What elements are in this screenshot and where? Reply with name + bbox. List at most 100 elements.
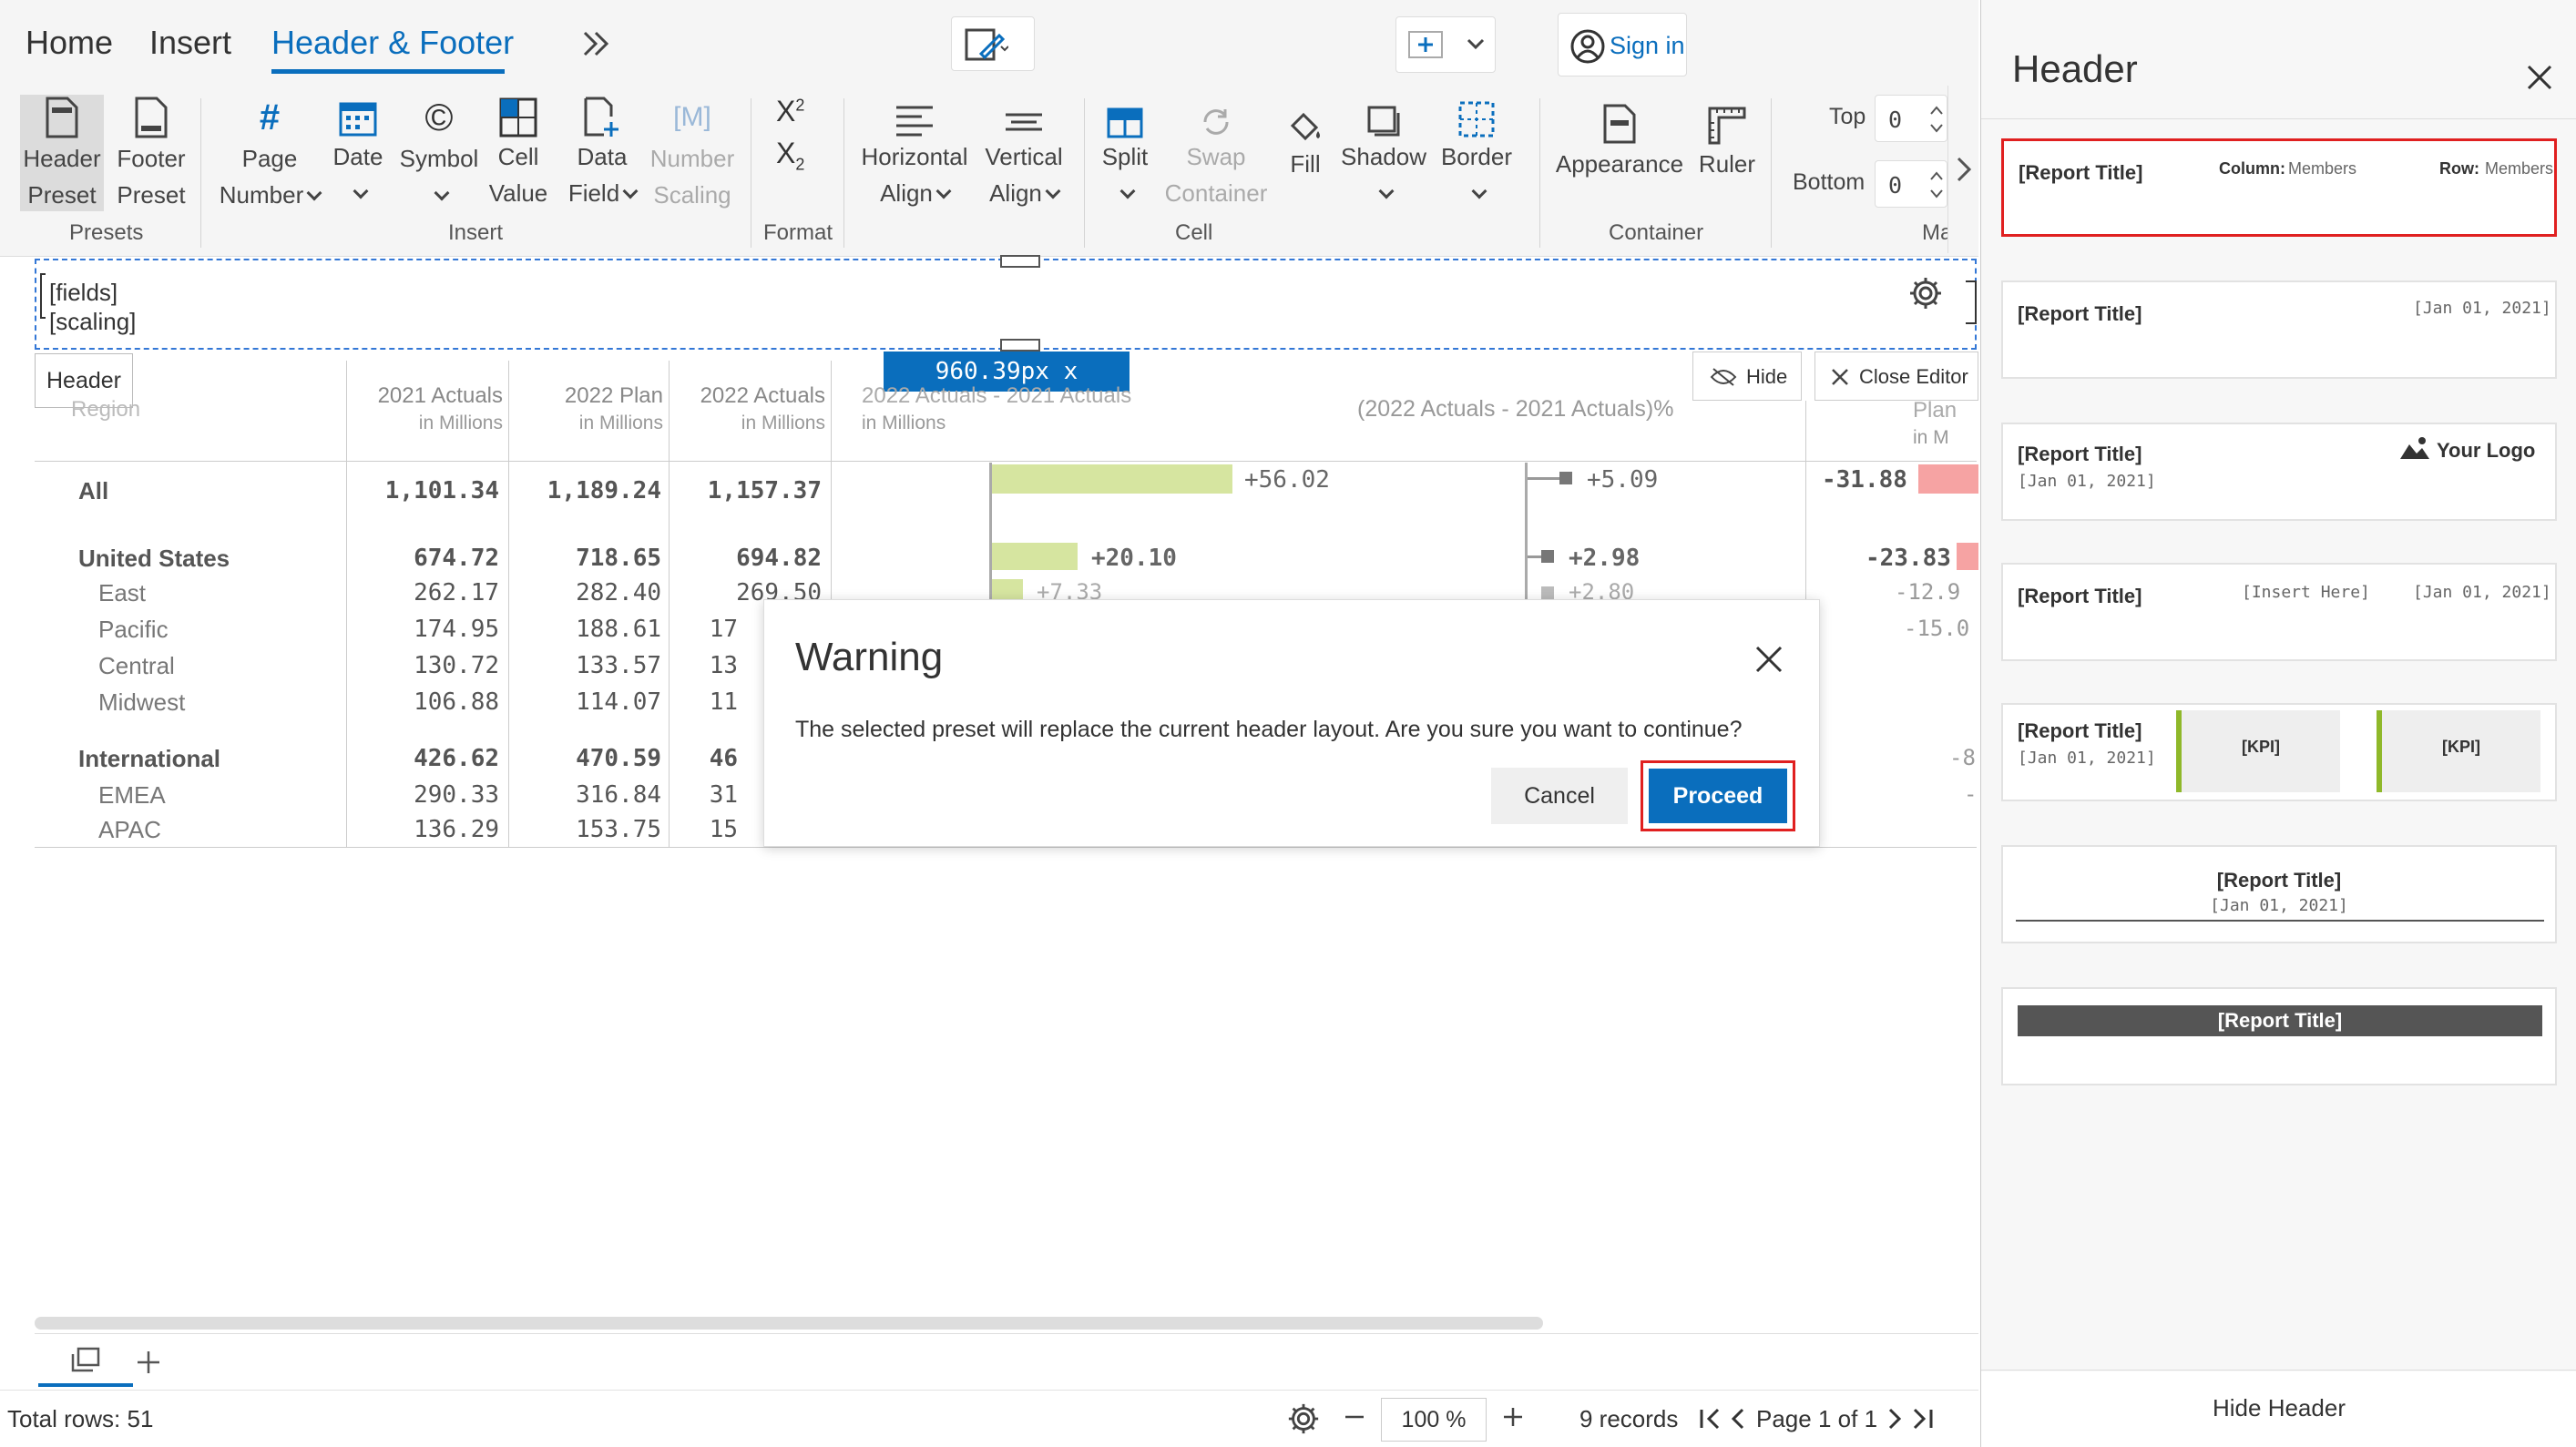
vertical-align-button[interactable]: Vertical Align <box>976 95 1071 211</box>
column-header-diff[interactable]: 2022 Actuals - 2021 Actuals in Millions <box>862 382 1171 437</box>
bottom-margin-input[interactable]: 0 <box>1875 160 1947 208</box>
preset-card-7[interactable]: [Report Title] <box>2001 987 2557 1085</box>
divider <box>1539 98 1540 248</box>
ruler-icon <box>1707 95 1747 146</box>
swap-container-label-2: Container <box>1164 179 1268 207</box>
variance-pct-marker <box>1541 586 1554 599</box>
preset-title: [Report Title] <box>2018 719 2142 742</box>
hide-header-button[interactable]: Hide Header <box>1981 1371 2576 1447</box>
stepper-icon[interactable] <box>1928 103 1945 136</box>
prev-page-icon[interactable] <box>1729 1407 1747 1431</box>
more-tabs-icon[interactable] <box>578 25 614 62</box>
preset-card-6[interactable]: [Report Title] [Jan 01, 2021] <box>2001 845 2557 943</box>
ruler-label: Ruler <box>1698 150 1756 178</box>
group-label-cell: Cell <box>1175 220 1213 245</box>
cell-2022-plan: 718.65 <box>576 545 661 572</box>
footer-preset-label-2: Preset <box>117 181 186 209</box>
chevron-down-icon <box>1378 183 1395 199</box>
row-label: International <box>78 745 221 772</box>
resize-handle-left[interactable] <box>40 273 46 319</box>
last-page-icon[interactable] <box>1909 1407 1935 1431</box>
column-header-2022-actuals[interactable]: 2022 Actuals in Millions <box>670 382 825 437</box>
preset-underline <box>2016 920 2544 922</box>
superscript-button[interactable]: X2 <box>776 95 804 128</box>
close-icon[interactable] <box>1753 644 1784 675</box>
header-preset-button[interactable]: Header Preset <box>20 95 104 211</box>
resize-handle-top[interactable] <box>1000 255 1040 268</box>
group-label-insert: Insert <box>448 220 504 245</box>
scaling-placeholder[interactable]: [scaling] <box>49 308 136 336</box>
sign-in-button[interactable]: Sign in <box>1558 13 1687 76</box>
kpi-placeholder: [KPI] <box>2377 710 2540 792</box>
footer-preset-button[interactable]: Footer Preset <box>109 95 193 211</box>
zoom-out-icon[interactable] <box>1343 1405 1366 1429</box>
tab-insert[interactable]: Insert <box>149 24 231 62</box>
header-editor[interactable]: [fields] [scaling] <box>35 255 1977 352</box>
preset-card-1[interactable]: [Report Title] Column: Members Row: Memb… <box>2001 138 2557 237</box>
subscript-button[interactable]: X2 <box>776 137 804 174</box>
preset-card-3[interactable]: [Report Title] [Jan 01, 2021] Your Logo <box>2001 423 2557 521</box>
tab-home[interactable]: Home <box>26 24 113 62</box>
symbol-button[interactable]: © Symbol <box>395 95 483 211</box>
hash-icon: # <box>259 97 281 138</box>
column-header-2022-plan[interactable]: 2022 Plan in Millions <box>510 382 663 437</box>
cell-2021-actuals: 130.72 <box>414 652 499 679</box>
add-sheet-icon[interactable] <box>135 1349 162 1376</box>
paint-bucket-icon <box>1287 95 1324 146</box>
date-button[interactable]: Date <box>328 95 388 211</box>
header-preset-label-2: Preset <box>27 181 97 209</box>
ruler-button[interactable]: Ruler <box>1691 95 1763 211</box>
stepper-icon[interactable] <box>1928 168 1945 201</box>
edit-mode-dropdown[interactable] <box>951 16 1035 71</box>
next-page-icon[interactable] <box>1886 1407 1904 1431</box>
ribbon-scroll-right[interactable] <box>1947 86 1978 253</box>
tab-header-footer[interactable]: Header & Footer <box>271 24 514 62</box>
border-button[interactable]: Border <box>1436 95 1518 211</box>
shadow-button[interactable]: Shadow <box>1337 95 1430 211</box>
column-header-2021-actuals[interactable]: 2021 Actuals in Millions <box>348 382 503 437</box>
number-scaling-button[interactable]: [M] Number Scaling <box>647 95 738 211</box>
comment-dropdown[interactable] <box>1395 16 1496 73</box>
preset-card-4[interactable]: [Report Title] [Insert Here] [Jan 01, 20… <box>2001 563 2557 661</box>
resize-handle-right[interactable] <box>1966 280 1977 324</box>
sheet-tab[interactable] <box>38 1334 133 1387</box>
row-label: Pacific <box>98 616 169 643</box>
kpi-placeholder: [KPI] <box>2176 710 2340 792</box>
gear-icon[interactable] <box>1286 1401 1321 1436</box>
column-header-diff-pct[interactable]: (2022 Actuals - 2021 Actuals)% <box>1357 395 1722 423</box>
top-margin-input[interactable]: 0 <box>1875 95 1947 142</box>
preset-card-2[interactable]: [Report Title] [Jan 01, 2021] <box>2001 280 2557 379</box>
cancel-button[interactable]: Cancel <box>1491 768 1628 824</box>
fields-placeholder[interactable]: [fields] <box>49 279 118 307</box>
first-page-icon[interactable] <box>1698 1407 1723 1431</box>
page-number-button[interactable]: # Page Number <box>215 95 324 211</box>
plan-variance-value: -31.88 <box>1822 466 1907 494</box>
zoom-input[interactable]: 100 % <box>1381 1398 1487 1442</box>
calendar-icon <box>338 95 378 138</box>
close-icon[interactable] <box>2526 64 2553 91</box>
preset-logo-text: Your Logo <box>2437 439 2536 462</box>
cell-2021-actuals: 1,101.34 <box>384 477 499 504</box>
hide-button[interactable]: Hide <box>1692 352 1802 401</box>
column-header-plan[interactable]: Plan in M <box>1913 397 1978 452</box>
cell-value-button[interactable]: Cell Value <box>483 95 554 211</box>
cell-2022-actuals: 13 <box>709 652 738 679</box>
close-editor-button[interactable]: Close Editor <box>1814 352 1978 401</box>
preset-card-5[interactable]: [Report Title] [Jan 01, 2021] [KPI] [KPI… <box>2001 703 2557 801</box>
appearance-button[interactable]: Appearance <box>1554 95 1685 211</box>
data-field-button[interactable]: Data Field <box>559 95 645 211</box>
header-presets-panel: Header [Report Title] Column: Members Ro… <box>1980 0 2576 1447</box>
split-button[interactable]: Split <box>1093 95 1157 211</box>
chevron-down-icon <box>1045 183 1061 199</box>
cell-2021-actuals: 674.72 <box>414 545 499 572</box>
panel-title: Header <box>2012 47 2138 90</box>
fill-button[interactable]: Fill <box>1281 95 1330 211</box>
proceed-button[interactable]: Proceed <box>1649 769 1787 823</box>
horizontal-scrollbar[interactable] <box>35 1317 1543 1330</box>
resize-handle-bottom[interactable] <box>1000 339 1040 352</box>
swap-container-button[interactable]: Swap Container <box>1157 95 1275 211</box>
gear-icon[interactable] <box>1907 275 1944 311</box>
footer-preset-icon <box>133 95 169 140</box>
horizontal-align-button[interactable]: Horizontal Align <box>856 95 973 211</box>
zoom-in-icon[interactable] <box>1501 1405 1525 1429</box>
